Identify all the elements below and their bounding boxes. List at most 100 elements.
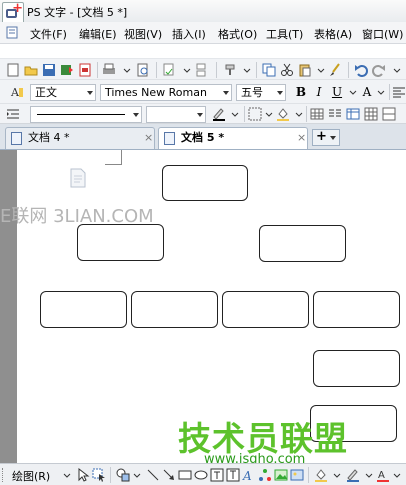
chevron-down-icon[interactable] bbox=[180, 63, 194, 77]
open-folder-icon[interactable] bbox=[24, 63, 38, 77]
chevron-down-icon[interactable] bbox=[223, 91, 229, 95]
page-break-icon[interactable] bbox=[194, 63, 208, 77]
save-icon[interactable] bbox=[42, 63, 56, 77]
brush-icon[interactable] bbox=[328, 63, 342, 77]
chevron-down-icon[interactable] bbox=[277, 91, 283, 95]
close-icon[interactable]: × bbox=[297, 128, 306, 148]
wordart-icon[interactable]: A bbox=[242, 468, 256, 482]
style-select[interactable]: 正文 bbox=[30, 84, 96, 101]
copy-icon[interactable] bbox=[262, 63, 276, 77]
ellipse-icon[interactable] bbox=[194, 468, 208, 482]
flowchart-box[interactable] bbox=[313, 291, 400, 328]
menu-window[interactable]: 窗口(W) bbox=[362, 26, 403, 42]
undo-icon[interactable] bbox=[354, 63, 368, 77]
print-icon[interactable] bbox=[102, 63, 116, 77]
chevron-down-icon[interactable] bbox=[390, 468, 404, 482]
tab-document-4[interactable]: 文档 4 * × bbox=[5, 127, 155, 149]
chevron-down-icon[interactable] bbox=[346, 85, 360, 99]
chevron-down-icon[interactable] bbox=[330, 136, 336, 140]
spell-check-icon[interactable] bbox=[162, 63, 176, 77]
rectangle-icon[interactable] bbox=[178, 468, 192, 482]
flowchart-box[interactable] bbox=[162, 165, 248, 201]
menu-table[interactable]: 表格(A) bbox=[314, 26, 352, 42]
font-size-select[interactable]: 五号 bbox=[236, 84, 286, 101]
font-select[interactable]: Times New Roman bbox=[100, 84, 232, 101]
chevron-down-icon[interactable] bbox=[228, 107, 242, 121]
clipart-icon[interactable] bbox=[274, 468, 288, 482]
new-document-icon[interactable] bbox=[6, 63, 20, 77]
flowchart-box[interactable] bbox=[259, 225, 346, 262]
chevron-down-icon[interactable] bbox=[362, 468, 376, 482]
align-left-icon[interactable] bbox=[392, 85, 406, 99]
arrow-icon[interactable] bbox=[162, 468, 176, 482]
chevron-down-icon[interactable] bbox=[133, 113, 139, 117]
chevron-down-icon[interactable] bbox=[240, 63, 254, 77]
plus-icon: + bbox=[316, 129, 327, 144]
bold-button[interactable]: B bbox=[294, 85, 308, 99]
vertical-textbox-icon[interactable] bbox=[226, 468, 240, 482]
line-color-icon[interactable] bbox=[346, 468, 360, 482]
drawing-toolbar: 绘图(R) A A bbox=[0, 463, 406, 485]
flowchart-box[interactable] bbox=[131, 291, 218, 328]
menu-edit[interactable]: 编辑(E) bbox=[79, 26, 117, 42]
chevron-down-icon[interactable] bbox=[87, 91, 93, 95]
chevron-down-icon[interactable] bbox=[120, 63, 134, 77]
table-icon[interactable] bbox=[310, 107, 324, 121]
redo-icon[interactable] bbox=[372, 63, 386, 77]
grid-icon[interactable] bbox=[364, 107, 378, 121]
chevron-down-icon[interactable] bbox=[292, 107, 306, 121]
pen-color-icon[interactable] bbox=[212, 107, 226, 121]
menu-insert[interactable]: 插入(I) bbox=[172, 26, 206, 42]
chevron-down-icon[interactable] bbox=[197, 113, 203, 117]
border-icon[interactable] bbox=[248, 107, 262, 121]
line-style-select[interactable] bbox=[30, 106, 142, 123]
flowchart-box[interactable] bbox=[40, 291, 127, 328]
flowchart-box[interactable] bbox=[77, 224, 164, 261]
flowchart-box[interactable] bbox=[313, 350, 400, 387]
chevron-down-icon[interactable] bbox=[60, 468, 74, 482]
chevron-down-icon[interactable] bbox=[330, 468, 344, 482]
cut-icon[interactable] bbox=[280, 63, 294, 77]
chevron-down-icon[interactable] bbox=[374, 85, 388, 99]
select-objects-icon[interactable] bbox=[92, 468, 106, 482]
textbox-icon[interactable] bbox=[210, 468, 224, 482]
wps-logo-icon[interactable]: + bbox=[2, 2, 24, 24]
chevron-down-icon[interactable] bbox=[130, 468, 144, 482]
insert-table-icon[interactable] bbox=[346, 107, 360, 121]
menu-tools[interactable]: 工具(T) bbox=[266, 26, 303, 42]
picture-icon[interactable] bbox=[290, 468, 304, 482]
tab-document-5[interactable]: 文档 5 * × bbox=[158, 127, 308, 149]
vertical-ruler bbox=[0, 150, 17, 463]
close-icon[interactable]: × bbox=[144, 128, 153, 148]
line-icon[interactable] bbox=[146, 468, 160, 482]
fill-color-icon[interactable] bbox=[314, 468, 328, 482]
italic-button[interactable]: I bbox=[312, 85, 326, 99]
fill-color-icon[interactable] bbox=[276, 107, 290, 121]
select-arrow-icon[interactable] bbox=[76, 468, 90, 482]
drawing-menu-button[interactable]: 绘图(R) bbox=[12, 468, 50, 484]
print-preview-icon[interactable] bbox=[136, 63, 150, 77]
line-width-select[interactable] bbox=[146, 106, 206, 123]
flowchart-box[interactable] bbox=[222, 291, 309, 328]
indent-icon[interactable] bbox=[6, 107, 20, 121]
underline-button[interactable]: U bbox=[330, 85, 344, 99]
menu-view[interactable]: 视图(V) bbox=[124, 26, 162, 42]
chevron-down-icon[interactable] bbox=[314, 63, 328, 77]
autoshapes-icon[interactable] bbox=[116, 468, 130, 482]
menu-format[interactable]: 格式(O) bbox=[218, 26, 257, 42]
columns-icon[interactable] bbox=[328, 107, 342, 121]
paste-icon[interactable] bbox=[298, 63, 312, 77]
diagram-icon[interactable] bbox=[258, 468, 272, 482]
toolbar-grip[interactable] bbox=[2, 468, 6, 482]
chevron-down-icon[interactable] bbox=[390, 63, 404, 77]
font-color-button[interactable]: A bbox=[360, 85, 374, 99]
format-painter-icon[interactable] bbox=[224, 63, 238, 77]
merge-cells-icon[interactable] bbox=[382, 107, 396, 121]
chevron-down-icon[interactable] bbox=[262, 107, 276, 121]
export-pdf-icon[interactable] bbox=[78, 63, 92, 77]
font-color-icon[interactable]: A bbox=[376, 468, 390, 482]
menu-file[interactable]: 文件(F) bbox=[30, 26, 67, 42]
style-icon[interactable]: A bbox=[10, 85, 24, 99]
save-as-icon[interactable] bbox=[60, 63, 74, 77]
add-tab-button[interactable]: + bbox=[312, 129, 340, 146]
